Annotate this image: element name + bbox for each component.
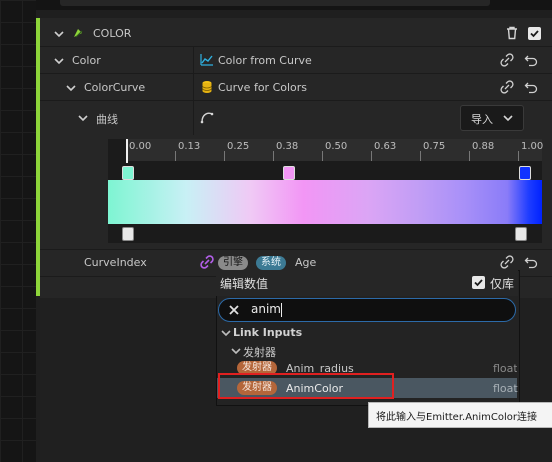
module-enabled-checkbox[interactable]: [528, 27, 541, 40]
curve-tick-label: 0.50: [325, 141, 348, 152]
category-label: Link Inputs: [233, 326, 303, 339]
curve-tick-label: 0.13: [178, 141, 201, 152]
section-title: COLOR: [93, 27, 132, 40]
colorcurve-label: ColorCurve: [84, 81, 146, 94]
link-icon[interactable]: [500, 53, 514, 67]
color-row: Color Color from Curve: [40, 47, 552, 74]
checkmark-icon: [474, 279, 483, 287]
curve-time-axis: 0.00 0.13 0.25 0.38 0.50 0.63 0.75 0.88 1.00: [126, 139, 544, 161]
column-divider: [193, 47, 194, 73]
color-value[interactable]: Color from Curve: [218, 54, 312, 67]
item-type: float: [493, 382, 518, 395]
library-only-label: 仅库: [490, 277, 515, 291]
graph-gutter: [0, 0, 36, 462]
module-color-icon: [74, 29, 83, 38]
curve-function-icon: [200, 54, 213, 66]
color-label: Color: [72, 54, 101, 67]
reset-icon[interactable]: [524, 53, 538, 67]
system-pill: 系统: [256, 256, 286, 270]
chevron-down-icon[interactable]: [54, 56, 64, 66]
top-scrollbar[interactable]: [60, 0, 490, 6]
popup-header: 编辑数值 仅库: [216, 270, 518, 296]
library-only-checkbox[interactable]: [472, 276, 485, 289]
color-key-marker[interactable]: [519, 166, 531, 180]
color-key-marker[interactable]: [122, 166, 134, 180]
chevron-down-icon[interactable]: [78, 113, 88, 123]
curve-tick-line: [371, 151, 372, 161]
subcategory-emitter[interactable]: 发射器: [217, 341, 517, 361]
search-input[interactable]: anim: [218, 298, 516, 322]
data-stack-icon: [202, 81, 212, 93]
curve-tick-label: 0.25: [227, 141, 250, 152]
link-input-icon[interactable]: [200, 255, 214, 269]
curve-tick-label: 0.88: [472, 141, 495, 152]
curve-label: 曲线: [96, 113, 118, 126]
trash-icon[interactable]: [505, 26, 519, 40]
chevron-down-icon[interactable]: [231, 346, 241, 356]
curveindex-label: CurveIndex: [84, 256, 147, 269]
close-icon[interactable]: [227, 303, 241, 317]
curveindex-value[interactable]: Age: [295, 256, 316, 269]
link-icon[interactable]: [500, 80, 514, 94]
curve-tick-line: [518, 151, 519, 161]
alpha-key-marker[interactable]: [122, 227, 134, 241]
subcategory-label: 发射器: [243, 346, 276, 359]
curve-tick-line: [469, 151, 470, 161]
column-divider: [193, 101, 194, 135]
curve-tick-line: [273, 151, 274, 161]
search-value: anim: [251, 302, 281, 316]
import-dropdown[interactable]: 导入: [460, 105, 524, 131]
curve-tick-label: 0.63: [374, 141, 397, 152]
alpha-key-marker[interactable]: [515, 227, 527, 241]
chevron-down-icon: [503, 115, 513, 122]
chevron-down-icon[interactable]: [66, 83, 76, 93]
curve-edit-icon[interactable]: [200, 110, 214, 124]
curve-tick-line: [322, 151, 323, 161]
curve-tick-label: 0.00: [129, 141, 152, 152]
tooltip: 将此输入与Emitter.AnimColor连接: [368, 402, 552, 428]
curve-tick-line: [175, 151, 176, 161]
curve-tick-line: [224, 151, 225, 161]
color-gradient-preview[interactable]: [108, 180, 542, 224]
checkmark-icon: [530, 30, 539, 38]
curve-tick-line: [420, 151, 421, 161]
colorcurve-row: ColorCurve Curve for Colors: [40, 74, 552, 101]
import-label: 导入: [471, 113, 493, 126]
link-icon[interactable]: [500, 255, 514, 269]
reset-icon[interactable]: [524, 255, 538, 269]
time-cursor[interactable]: [126, 139, 128, 163]
engine-pill: 引擎: [218, 256, 248, 270]
section-header-row[interactable]: COLOR: [40, 20, 552, 47]
text-caret: [281, 303, 282, 317]
category-link-inputs[interactable]: Link Inputs: [217, 323, 517, 343]
chevron-down-icon[interactable]: [221, 328, 231, 338]
highlight-box: [218, 373, 394, 399]
column-divider: [193, 74, 194, 100]
color-key-marker[interactable]: [283, 166, 295, 180]
curve-tick-label: 0.38: [276, 141, 299, 152]
tooltip-text: 将此输入与Emitter.AnimColor连接: [376, 412, 538, 423]
chevron-down-icon[interactable]: [54, 29, 64, 39]
colorcurve-value[interactable]: Curve for Colors: [218, 81, 307, 94]
item-type: float: [493, 362, 517, 375]
curve-tick-label: 0.75: [423, 141, 446, 152]
curve-tick-label: 1.00: [521, 141, 544, 152]
reset-icon[interactable]: [524, 80, 538, 94]
popup-title: 编辑数值: [220, 277, 269, 291]
